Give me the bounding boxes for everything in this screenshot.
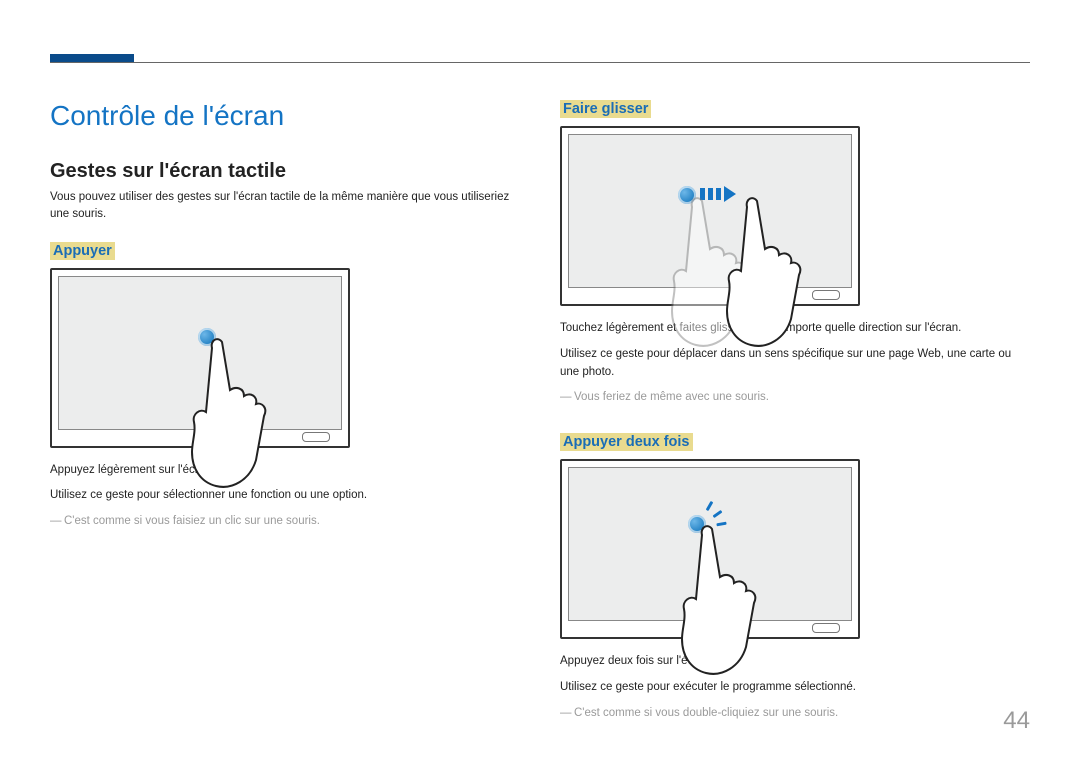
gesture-heading-drag: Faire glisser [560, 100, 651, 118]
gesture-block-tap: Appuyer Appuyez légèrement sur l'écran. … [50, 242, 520, 531]
left-column: Contrôle de l'écran Gestes sur l'écran t… [50, 100, 520, 749]
double-tap-text-2: Utilisez ce geste pour exécuter le progr… [560, 679, 1030, 697]
illustration-tap [50, 268, 350, 448]
drag-note: Vous feriez de même avec une souris. [560, 389, 1030, 407]
section-subtitle: Gestes sur l'écran tactile [50, 160, 520, 183]
hand-icon [660, 517, 780, 707]
content-columns: Contrôle de l'écran Gestes sur l'écran t… [50, 100, 1030, 749]
gesture-heading-double-tap: Appuyer deux fois [560, 433, 693, 451]
screen-home-button [302, 432, 330, 442]
gesture-heading-tap: Appuyer [50, 242, 115, 260]
intro-text: Vous pouvez utiliser des gestes sur l'éc… [50, 189, 520, 224]
double-tap-text-1: Appuyez deux fois sur l'écran. [560, 653, 1030, 671]
hand-icon [705, 189, 825, 379]
tap-note: C'est comme si vous faisiez un clic sur … [50, 513, 520, 531]
gesture-block-drag: Faire glisser [560, 100, 1030, 407]
page-number: 44 [1003, 707, 1030, 735]
gesture-block-double-tap: Appuyer deux fois Appuyez deux fois sur … [560, 433, 1030, 722]
manual-page: Contrôle de l'écran Gestes sur l'écran t… [0, 0, 1080, 763]
illustration-double-tap [560, 459, 860, 639]
header-rule [50, 62, 1030, 63]
right-column: Faire glisser [560, 100, 1030, 749]
screen-home-button [812, 623, 840, 633]
illustration-drag [560, 126, 860, 306]
double-tap-note: C'est comme si vous double-cliquiez sur … [560, 705, 1030, 723]
header-accent-bar [50, 54, 134, 62]
hand-icon [170, 330, 290, 520]
page-title: Contrôle de l'écran [50, 100, 520, 132]
